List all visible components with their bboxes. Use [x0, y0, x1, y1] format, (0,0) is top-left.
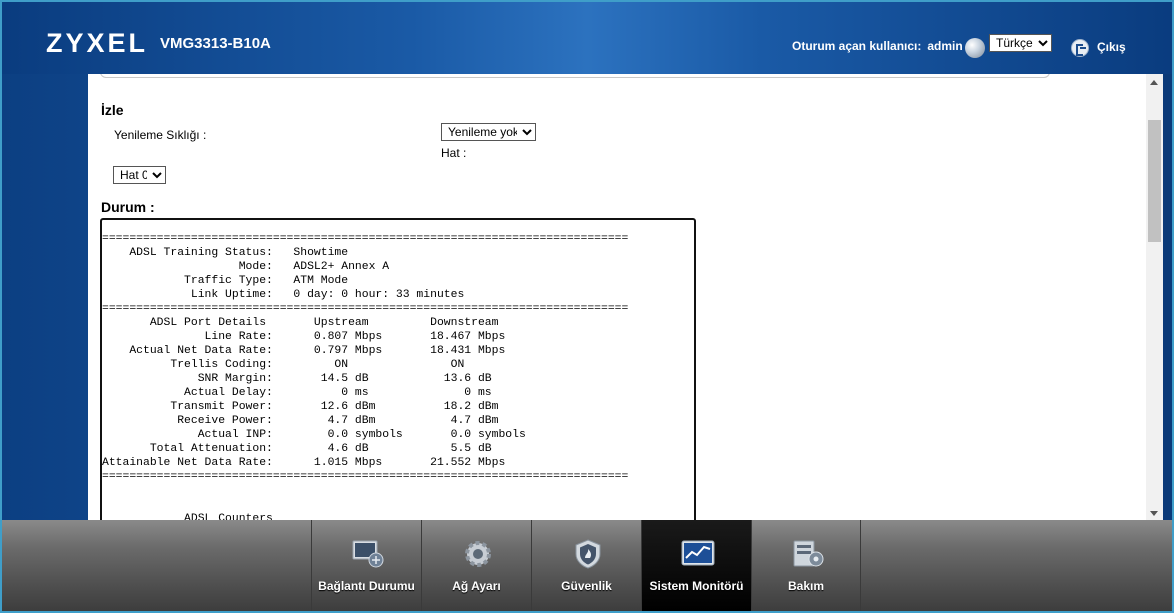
- nav-label: Bakım: [787, 579, 825, 593]
- scroll-up-icon[interactable]: [1146, 74, 1163, 91]
- content-panel: İzle Yenileme Sıklığı : Yenileme yok Hat…: [88, 74, 1146, 522]
- scroll-thumb[interactable]: [1148, 120, 1161, 242]
- logged-in-user: Oturum açan kullanıcı: admin: [792, 39, 963, 53]
- status-textbox[interactable]: ========================================…: [100, 218, 696, 522]
- status-text: ========================================…: [102, 233, 629, 522]
- divider: [100, 74, 1050, 78]
- logout-icon[interactable]: [1071, 39, 1089, 57]
- brand-logo: ZYXEL: [46, 28, 149, 58]
- monitor-chart-icon: [681, 540, 715, 566]
- refresh-label: Yenileme Sıklığı :: [114, 128, 207, 142]
- nav-label: Güvenlik: [561, 579, 612, 593]
- nav-label: Ağ Ayarı: [452, 579, 501, 593]
- line-label: Hat :: [441, 146, 467, 160]
- page-scrollbar[interactable]: [1146, 74, 1163, 522]
- globe-icon: [965, 38, 985, 58]
- section-title-monitor: İzle: [101, 102, 124, 118]
- user-label: Oturum açan kullanıcı:: [792, 39, 922, 53]
- language-select[interactable]: Türkçe: [989, 34, 1052, 52]
- nav-item-security[interactable]: Güvenlik: [531, 520, 641, 611]
- line-select[interactable]: Hat 0: [113, 166, 166, 184]
- bottom-nav: Bağlantı Durumu Ağ Ayarı Güvenlik Sistem…: [2, 520, 1172, 611]
- nav-item-maintenance[interactable]: Bakım: [751, 520, 861, 611]
- nav-item-connection-status[interactable]: Bağlantı Durumu: [311, 520, 421, 611]
- model-name: VMG3313-B10A: [160, 35, 271, 52]
- gear-icon: [465, 541, 491, 567]
- header-bar: ZYXEL VMG3313-B10A Oturum açan kullanıcı…: [2, 2, 1172, 74]
- nav-item-system-monitor[interactable]: Sistem Monitörü: [641, 520, 751, 611]
- logout-link[interactable]: Çıkış: [1097, 40, 1126, 54]
- nav-label: Sistem Monitörü: [649, 579, 744, 593]
- refresh-select[interactable]: Yenileme yok: [441, 123, 536, 141]
- nav-item-network-settings[interactable]: Ağ Ayarı: [421, 520, 531, 611]
- maintenance-icon: [793, 540, 824, 567]
- nav-label: Bağlantı Durumu: [318, 579, 415, 593]
- section-title-status: Durum :: [101, 199, 155, 215]
- shield-icon: [575, 539, 601, 569]
- connection-status-icon: [352, 540, 384, 568]
- user-name: admin: [927, 39, 963, 53]
